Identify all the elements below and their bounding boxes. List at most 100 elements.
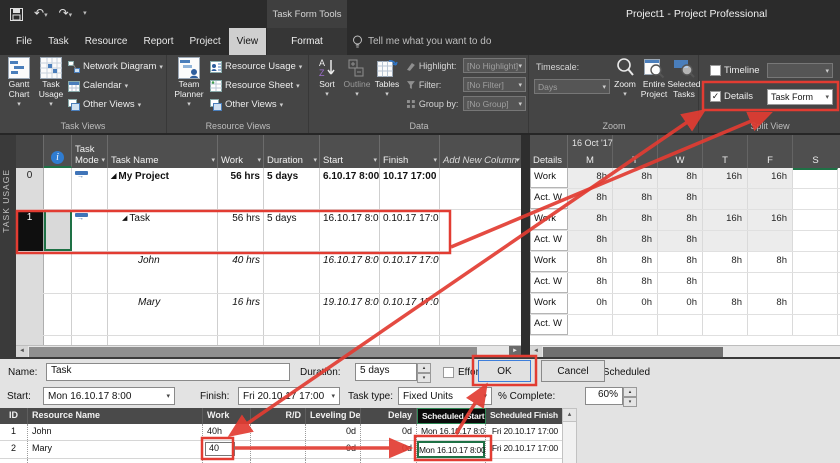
spin-down-icon[interactable]: ▾ (417, 373, 431, 383)
hours-cell[interactable]: 8h (703, 294, 748, 314)
expand-icon[interactable]: ◢ (122, 215, 127, 222)
network-diagram-button[interactable]: Network Diagram▾ (68, 59, 163, 74)
hours-cell[interactable]: 8h (613, 273, 658, 293)
start-combo[interactable]: Mon 16.10.17 8:00▾ (43, 387, 175, 405)
start-cell[interactable]: 6.10.17 8:00 (320, 168, 380, 209)
rd-cell[interactable] (251, 441, 306, 458)
spin-up-icon[interactable]: ▴ (623, 387, 637, 397)
grid-header-scheduled-finish[interactable]: Scheduled Finish (486, 408, 562, 424)
day-header[interactable]: S (793, 135, 838, 168)
tab-task[interactable]: Task (40, 28, 77, 55)
hours-cell[interactable]: 8h (568, 231, 613, 251)
id-cell[interactable]: 2 (0, 441, 28, 458)
leveling-delay-cell[interactable]: 0d (306, 424, 361, 440)
column-header-task-mode[interactable]: Task Mode▾ (72, 135, 108, 168)
row-number[interactable]: 0 (16, 168, 44, 209)
scheduled-finish-cell[interactable]: Fri 20.10.17 17:00 (486, 424, 562, 440)
tell-me-box[interactable]: Tell me what you want to do (352, 28, 491, 55)
details-column-header[interactable]: Details (530, 135, 568, 168)
spin-up-icon[interactable]: ▴ (417, 363, 431, 373)
grid-header-rd[interactable]: R/D (251, 408, 306, 424)
scheduled-finish-cell[interactable]: Fri 20.10.17 17:00 (486, 441, 562, 458)
day-header[interactable]: W (658, 135, 703, 168)
hours-cell[interactable]: 8h (658, 273, 703, 293)
hours-cell[interactable] (793, 252, 838, 272)
hours-cell[interactable]: 8h (658, 168, 703, 188)
grid-header-delay[interactable]: Delay (361, 408, 417, 424)
other-views-resource-button[interactable]: Other Views▾ (210, 97, 283, 112)
task-type-combo[interactable]: Fixed Units▾ (398, 387, 492, 405)
hours-cell[interactable] (793, 189, 838, 209)
grid-header-scheduled-start[interactable]: Scheduled Start (417, 408, 486, 424)
hours-cell[interactable]: 8h (613, 189, 658, 209)
tab-report[interactable]: Report (136, 28, 182, 55)
finish-cell[interactable]: 0.10.17 17:00 (380, 252, 440, 293)
column-header-info[interactable]: i (44, 135, 72, 168)
hours-cell[interactable]: 0h (568, 294, 613, 314)
cancel-button[interactable]: Cancel (541, 360, 605, 382)
hours-cell[interactable]: 8h (568, 189, 613, 209)
finish-combo[interactable]: Fri 20.10.17 17:00▾ (238, 387, 340, 405)
details-checkbox[interactable]: ✓ (710, 91, 721, 102)
hours-cell[interactable] (703, 273, 748, 293)
work-cell[interactable]: 16 hrs (218, 294, 264, 335)
id-cell[interactable]: 1 (0, 424, 28, 440)
start-cell[interactable]: 16.10.17 8:00 (320, 210, 380, 251)
calendar-button[interactable]: Calendar▾ (68, 78, 128, 93)
expand-icon[interactable]: ◢ (111, 173, 116, 180)
hours-cell[interactable]: 8h (748, 252, 793, 272)
pane-splitter[interactable] (521, 135, 530, 357)
details-label-cell[interactable]: Work (530, 210, 568, 230)
entire-project-button[interactable]: Entire Project (640, 57, 668, 100)
column-header-finish[interactable]: Finish▾ (380, 135, 440, 168)
timeline-checkbox[interactable] (710, 65, 721, 76)
work-cell-editing[interactable]: 40 (203, 441, 251, 458)
assignment-name-cell[interactable]: John (108, 252, 218, 293)
finish-cell[interactable]: 10.17 17:00 (380, 168, 440, 209)
tab-format[interactable]: Format (267, 28, 347, 55)
duration-cell[interactable] (264, 252, 320, 293)
tables-button[interactable]: Tables▾ (372, 57, 402, 99)
hours-cell[interactable]: 8h (568, 273, 613, 293)
add-new-cell[interactable] (440, 294, 521, 335)
delay-cell[interactable]: 0d (361, 424, 417, 440)
hours-cell[interactable]: 8h (658, 231, 703, 251)
hours-cell[interactable] (748, 273, 793, 293)
start-cell[interactable]: 16.10.17 8:00 (320, 252, 380, 293)
zoom-button[interactable]: Zoom▾ (612, 57, 638, 99)
hours-cell[interactable]: 8h (568, 252, 613, 272)
work-cell[interactable]: 56 hrs (218, 210, 264, 251)
details-combo[interactable]: Task Form▾ (767, 89, 833, 105)
grid-header-leveling-delay[interactable]: Leveling Delay (306, 408, 361, 424)
hours-cell[interactable]: 16h (703, 168, 748, 188)
hours-cell[interactable] (658, 315, 703, 335)
delay-cell[interactable]: 0d (361, 441, 417, 458)
row-number-selected[interactable]: 1 (16, 210, 44, 251)
task-mode-cell[interactable]: → (72, 168, 108, 209)
details-label-cell[interactable]: Work (530, 168, 568, 188)
column-header-start[interactable]: Start▾ (320, 135, 380, 168)
name-input[interactable]: Task (46, 363, 290, 381)
task-mode-cell[interactable]: → (72, 210, 108, 251)
tab-project[interactable]: Project (182, 28, 229, 55)
add-new-cell[interactable] (440, 210, 521, 251)
duration-cell[interactable]: 5 days (264, 210, 320, 251)
resource-name-cell[interactable]: John (28, 424, 203, 440)
details-label-cell[interactable]: Act. W (530, 231, 568, 251)
hours-cell[interactable] (703, 315, 748, 335)
hours-cell[interactable]: 8h (658, 189, 703, 209)
column-header-duration[interactable]: Duration▾ (264, 135, 320, 168)
work-cell[interactable]: 40h (203, 424, 251, 440)
hours-cell[interactable] (793, 168, 838, 188)
save-icon[interactable] (10, 8, 23, 21)
indicator-cell-active[interactable] (44, 210, 72, 251)
hours-cell[interactable]: 8h (613, 210, 658, 230)
details-label-cell[interactable]: Act. W (530, 315, 568, 335)
tab-resource[interactable]: Resource (77, 28, 136, 55)
task-usage-button[interactable]: Task Usage▾ (36, 57, 66, 109)
day-header[interactable]: F (748, 135, 793, 168)
hours-cell[interactable] (748, 231, 793, 251)
hours-cell[interactable]: 8h (748, 294, 793, 314)
hours-cell[interactable]: 0h (613, 294, 658, 314)
pct-spinner[interactable]: ▴ ▾ (623, 387, 637, 405)
